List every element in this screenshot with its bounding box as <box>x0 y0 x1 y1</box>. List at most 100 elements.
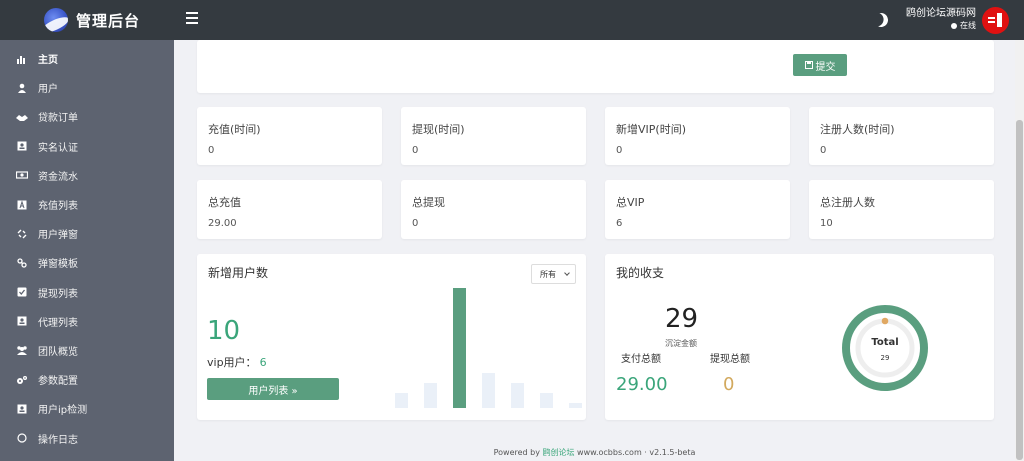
sidebar-item-settings[interactable]: 参数配置 <box>0 365 174 394</box>
user-list-button[interactable]: 用户列表 » <box>207 378 339 400</box>
chart-bar-1 <box>424 383 437 408</box>
stat-value: 0 <box>208 145 215 156</box>
sidebar-item-label: 实名认证 <box>38 142 78 154</box>
vip-value: 6 <box>259 356 267 369</box>
stat-value: 0 <box>616 145 623 156</box>
footer-site-link[interactable]: 鸥创论坛 <box>543 448 575 457</box>
scrollbar-thumb[interactable] <box>1016 120 1023 460</box>
brand-title: 管理后台 <box>76 11 141 30</box>
sidebar-item-loan-orders[interactable]: 贷款订单 <box>0 102 174 131</box>
chart-bar-4 <box>511 383 524 408</box>
sidebar-item-home[interactable]: 主页 <box>0 44 174 73</box>
stat-card-total-register: 总注册人数 10 <box>809 180 994 239</box>
stat-card-total-withdraw: 总提现 0 <box>401 180 586 239</box>
donut-svg <box>842 305 928 391</box>
user-status: 在线 <box>906 20 976 32</box>
new-users-count: 10 <box>207 316 241 346</box>
sidebar-item-recharge-list[interactable]: 充值列表 <box>0 190 174 219</box>
stat-label: 总提现 <box>412 196 445 209</box>
sidebar-item-operation-log[interactable]: 操作日志 <box>0 423 174 452</box>
pay-total-label: 支付总额 <box>621 354 661 365</box>
settled-total: 29 <box>665 304 699 334</box>
sidebar-item-team-overview[interactable]: 团队概览 <box>0 336 174 365</box>
sidebar-item-label: 弹窗模板 <box>38 259 78 271</box>
sidebar-item-label: 资金流水 <box>38 171 78 183</box>
sidebar-item-ip-check[interactable]: 用户ip检测 <box>0 394 174 423</box>
submit-button[interactable]: 提交 <box>793 54 847 76</box>
chart-bar-0 <box>395 393 408 408</box>
stat-value: 6 <box>616 218 623 229</box>
brand[interactable]: 管理后台 <box>0 0 174 40</box>
chart-bar-5 <box>540 393 553 408</box>
sidebar-item-user-popup[interactable]: 用户弹窗 <box>0 219 174 248</box>
cogs-icon <box>16 374 28 386</box>
vip-users-line: vip用户： 6 <box>207 354 267 370</box>
total-donut-chart: Total 29 <box>840 303 930 393</box>
sidebar-item-label: 操作日志 <box>38 434 78 446</box>
topbar: 鸥创论坛源码网 在线 <box>174 0 1024 40</box>
circle-icon <box>16 432 28 444</box>
stat-value: 0 <box>412 218 419 229</box>
sidebar-nav: 主页 用户 贷款订单 实名认证 资金流水 充值列表 用户弹窗 弹窗模板 提现列表… <box>0 40 174 453</box>
user-box-icon <box>16 315 28 327</box>
stat-label: 充值(时间) <box>208 123 261 136</box>
stat-card-withdraw-period: 提现(时间) 0 <box>401 107 586 165</box>
stat-value: 0 <box>820 145 827 156</box>
link-icon <box>16 257 28 269</box>
sidebar-item-label: 提现列表 <box>38 288 78 300</box>
sidebar-item-label: 主页 <box>38 55 58 67</box>
user-box-icon <box>16 403 28 415</box>
pay-total-value: 29.00 <box>616 374 668 395</box>
sidebar-item-agent-list[interactable]: 代理列表 <box>0 307 174 336</box>
dark-mode-toggle-icon[interactable] <box>872 11 890 29</box>
sidebar-item-label: 用户ip检测 <box>38 405 88 417</box>
sidebar-item-label: 用户弹窗 <box>38 230 78 242</box>
user-info[interactable]: 鸥创论坛源码网 在线 <box>906 7 976 32</box>
brand-logo-icon <box>44 8 68 32</box>
settled-label: 沉淀金额 <box>665 339 697 348</box>
menu-toggle-icon[interactable] <box>186 12 198 24</box>
sidebar-item-label: 团队概览 <box>38 346 78 358</box>
unlink-icon <box>16 228 28 240</box>
online-dot-icon <box>951 22 957 29</box>
sidebar-item-popup-template[interactable]: 弹窗模板 <box>0 248 174 277</box>
withdraw-total-value: 0 <box>723 374 735 395</box>
stat-value: 0 <box>412 145 419 156</box>
handshake-icon <box>16 111 28 123</box>
scrollbar[interactable] <box>1015 40 1024 461</box>
sidebar: 管理后台 主页 用户 贷款订单 实名认证 资金流水 充值列表 用户弹窗 弹窗模板… <box>0 0 174 461</box>
sidebar-item-withdraw-list[interactable]: 提现列表 <box>0 278 174 307</box>
new-users-panel: 新增用户数 所有 10 vip用户： 6 用户列表 » <box>197 254 586 420</box>
id-card-icon <box>16 140 28 152</box>
footer-prefix: Powered by <box>493 448 543 457</box>
stat-value: 29.00 <box>208 218 237 229</box>
stat-card-total-vip: 总VIP 6 <box>605 180 790 239</box>
stat-label: 注册人数(时间) <box>820 123 895 136</box>
chart-bar-6 <box>569 403 582 408</box>
sidebar-item-label: 充值列表 <box>38 201 78 213</box>
sidebar-item-real-name[interactable]: 实名认证 <box>0 132 174 161</box>
money-icon <box>16 169 28 181</box>
bar-chart-icon <box>16 53 28 65</box>
submit-button-label: 提交 <box>815 61 836 73</box>
donut-inner-track <box>855 318 915 378</box>
donut-marker-dot <box>881 317 889 325</box>
avatar[interactable] <box>982 7 1009 34</box>
chart-bar-3 <box>482 373 495 408</box>
vip-label: vip用户： <box>207 356 257 369</box>
chart-bar-2 <box>453 288 466 408</box>
sidebar-item-label: 用户 <box>38 84 58 96</box>
sidebar-item-fund-flow[interactable]: 资金流水 <box>0 161 174 190</box>
stat-card-new-vip-period: 新增VIP(时间) 0 <box>605 107 790 165</box>
donut-value: 29 <box>880 354 890 362</box>
font-icon <box>16 199 28 211</box>
panel-title: 我的收支 <box>616 266 665 280</box>
footer-version: · v2.1.5-beta <box>641 448 696 457</box>
stat-card-total-recharge: 总充值 29.00 <box>197 180 382 239</box>
withdraw-total-label: 提现总额 <box>710 354 750 365</box>
stat-label: 提现(时间) <box>412 123 465 136</box>
sidebar-item-label: 参数配置 <box>38 376 78 388</box>
stat-label: 总充值 <box>208 196 241 209</box>
finance-panel: 我的收支 29 沉淀金额 支付总额 提现总额 29.00 0 Total 29 <box>605 254 994 420</box>
sidebar-item-users[interactable]: 用户 <box>0 73 174 102</box>
